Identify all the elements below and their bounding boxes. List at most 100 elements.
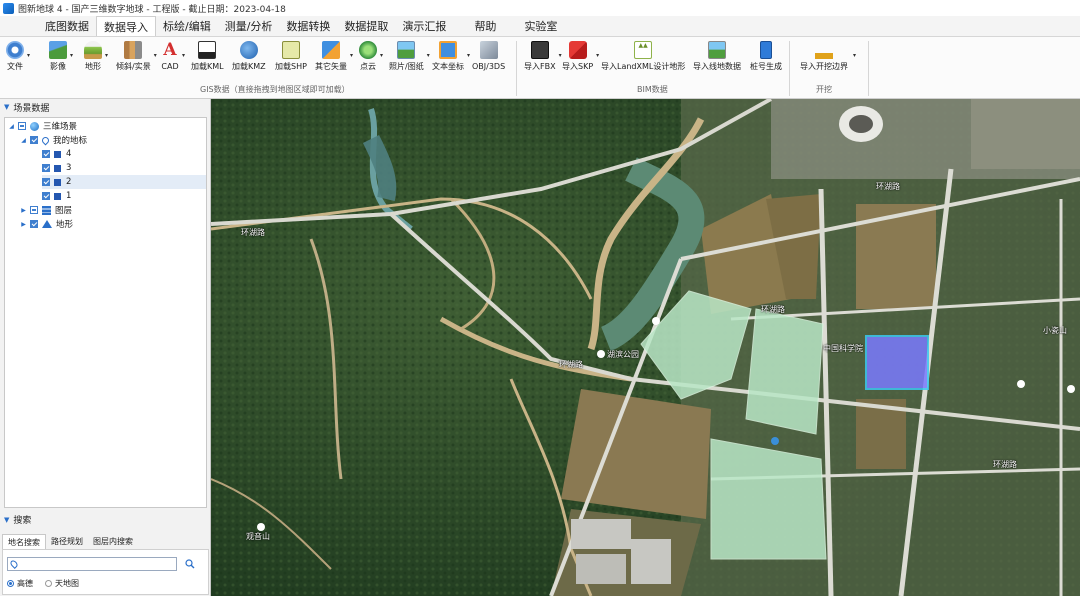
dropdown-arrow-icon: ▾ <box>596 52 600 59</box>
file-button[interactable]: 文件 ▾ <box>6 39 30 72</box>
checkbox[interactable] <box>42 178 50 186</box>
checkbox[interactable] <box>42 192 50 200</box>
tab-data-convert[interactable]: 数据转换 <box>279 16 337 36</box>
import-terrain-button[interactable]: 地形 ▾ <box>84 39 108 72</box>
kmz-label: 加载KMZ <box>232 62 266 71</box>
scene-panel-header[interactable]: ▼ 场景数据 <box>0 99 210 115</box>
line-data-icon <box>708 41 726 59</box>
oblique-label: 倾斜/实景 <box>116 62 151 71</box>
place-label: 4 <box>66 149 72 159</box>
radio-gaode[interactable] <box>7 580 14 587</box>
line-data-label: 导入线地数据 <box>693 62 741 71</box>
tab-presentation[interactable]: 演示汇报 <box>395 16 453 36</box>
cad-label: CAD <box>161 62 179 71</box>
oblique-icon <box>124 41 143 59</box>
checkbox[interactable] <box>30 220 38 228</box>
import-skp-button[interactable]: 导入SKP ▾ <box>562 39 599 72</box>
map-road-label: 环湖路 <box>761 305 785 314</box>
expand-triangle-icon[interactable]: ▶ <box>19 221 28 228</box>
group-divider <box>789 41 790 96</box>
checkbox[interactable] <box>30 136 38 144</box>
file-label: 文件 <box>7 62 23 71</box>
tree-node-terrain[interactable]: ▶ 地形 <box>19 217 219 231</box>
import-cad-button[interactable]: A CAD ▾ <box>161 39 185 72</box>
tab-route-planning[interactable]: 路径规划 <box>46 534 88 549</box>
radio-tianditu-label: 天地图 <box>55 579 79 588</box>
ribbon-toolbar: 文件 ▾ 影像 ▾ 地形 ▾ 倾斜/实景 ▾ A CAD ▾ 加载KML 加载K… <box>0 36 1080 99</box>
dropdown-arrow-icon: ▾ <box>181 52 185 59</box>
load-kml-button[interactable]: 加载KML <box>191 39 224 72</box>
dropdown-arrow-icon: ▾ <box>426 52 430 59</box>
tab-help[interactable]: 帮助 <box>467 16 503 36</box>
text-coord-label: 文本坐标 <box>432 62 464 71</box>
scene-tree: ◢ 三维场景 ◢ 我的地标 4 3 2 1 ▶ 图层 ▶ 地形 <box>4 117 207 508</box>
text-coord-icon <box>439 41 457 59</box>
tree-node-my-places[interactable]: ◢ 我的地标 <box>19 133 219 147</box>
import-oblique-button[interactable]: 倾斜/实景 ▾ <box>116 39 157 72</box>
tree-root[interactable]: ◢ 三维场景 <box>7 119 207 133</box>
station-generate-button[interactable]: 桩号生成 <box>750 39 782 72</box>
terrain-label: 地形 <box>85 62 101 71</box>
obj-3ds-button[interactable]: OBJ/3DS <box>472 39 505 72</box>
tab-basemap[interactable]: 底图数据 <box>38 16 96 36</box>
tab-data-extract[interactable]: 数据提取 <box>337 16 395 36</box>
tab-place-search[interactable]: 地名搜索 <box>2 534 46 549</box>
pointcloud-label: 点云 <box>360 62 376 71</box>
tree-node-layers[interactable]: ▶ 图层 <box>19 203 219 217</box>
import-line-data-button[interactable]: 导入线地数据 <box>693 39 741 72</box>
checkbox[interactable] <box>42 150 50 158</box>
expand-triangle-icon[interactable]: ▶ <box>19 207 28 214</box>
search-icon[interactable] <box>185 559 195 569</box>
polygon-icon <box>54 150 61 158</box>
checkbox[interactable] <box>30 206 38 214</box>
tab-measure-analysis[interactable]: 测量/分析 <box>218 16 280 36</box>
import-fbx-button[interactable]: 导入FBX ▾ <box>524 39 562 72</box>
checkbox[interactable] <box>42 164 50 172</box>
map-poi-label: 中国科学院 <box>823 344 863 353</box>
landxml-icon: ▲▲ <box>634 41 653 59</box>
search-panel-header[interactable]: ▼ 搜索 <box>0 512 210 527</box>
tree-item-place-selected[interactable]: 2 <box>42 175 206 189</box>
skp-icon <box>568 41 587 59</box>
polygon-icon <box>54 178 61 186</box>
tab-layer-search[interactable]: 图层内搜索 <box>88 534 138 549</box>
import-excavation-boundary-button[interactable]: 导入开挖边界 ▾ <box>800 39 856 72</box>
load-kmz-button[interactable]: 加载KMZ <box>232 39 266 72</box>
fbx-icon <box>530 41 549 59</box>
dropdown-arrow-icon: ▾ <box>69 52 73 59</box>
collapse-triangle-icon[interactable]: ◢ <box>19 137 28 144</box>
map-view[interactable]: 环湖路 环湖路 环湖路 湖滨公园 中国科学院 环湖路 环湖路 观音山 小瓷山 <box>211 99 1080 596</box>
text-coordinate-button[interactable]: 文本坐标 ▾ <box>432 39 470 72</box>
import-imagery-button[interactable]: 影像 ▾ <box>49 39 73 72</box>
kml-label: 加载KML <box>191 62 224 71</box>
photo-drawing-button[interactable]: 照片/图纸 ▾ <box>389 39 430 72</box>
checkbox[interactable] <box>18 122 26 130</box>
radio-gaode-label: 高德 <box>17 579 33 588</box>
place-label: 1 <box>66 191 72 201</box>
tab-plot-edit[interactable]: 标绘/编辑 <box>156 16 218 36</box>
station-icon <box>760 41 772 59</box>
search-input[interactable] <box>7 557 177 571</box>
place-label: 3 <box>66 163 72 173</box>
collapse-triangle-icon[interactable]: ◢ <box>7 123 16 130</box>
map-road-label: 环湖路 <box>241 228 265 237</box>
excavator-icon <box>815 41 833 59</box>
search-area: 高德 天地图 <box>2 549 209 595</box>
photo-label: 照片/图纸 <box>389 62 424 71</box>
tree-root-label: 三维场景 <box>43 122 78 132</box>
tab-data-import[interactable]: 数据导入 <box>96 16 156 36</box>
dropdown-arrow-icon: ▾ <box>379 52 383 59</box>
pointcloud-icon <box>359 41 377 59</box>
import-landxml-button[interactable]: ▲▲ 导入LandXML设计地形 <box>601 39 685 72</box>
dropdown-arrow-icon: ▾ <box>104 52 108 59</box>
window-title: 图新地球 4 - 国产三维数字地球 - 工程版 - 截止日期：2023-04-1… <box>18 4 286 15</box>
load-shp-button[interactable]: 加载SHP <box>275 39 307 72</box>
tab-lab[interactable]: 实验室 <box>517 16 564 36</box>
radio-tianditu[interactable] <box>45 580 52 587</box>
map-poi-label: 小瓷山 <box>1043 326 1067 335</box>
fbx-label: 导入FBX <box>524 62 556 71</box>
other-vector-button[interactable]: 其它矢量 ▾ <box>315 39 353 72</box>
terrain-label: 地形 <box>56 220 74 230</box>
point-cloud-button[interactable]: 点云 ▾ <box>359 39 383 72</box>
location-pin-icon <box>40 135 51 145</box>
